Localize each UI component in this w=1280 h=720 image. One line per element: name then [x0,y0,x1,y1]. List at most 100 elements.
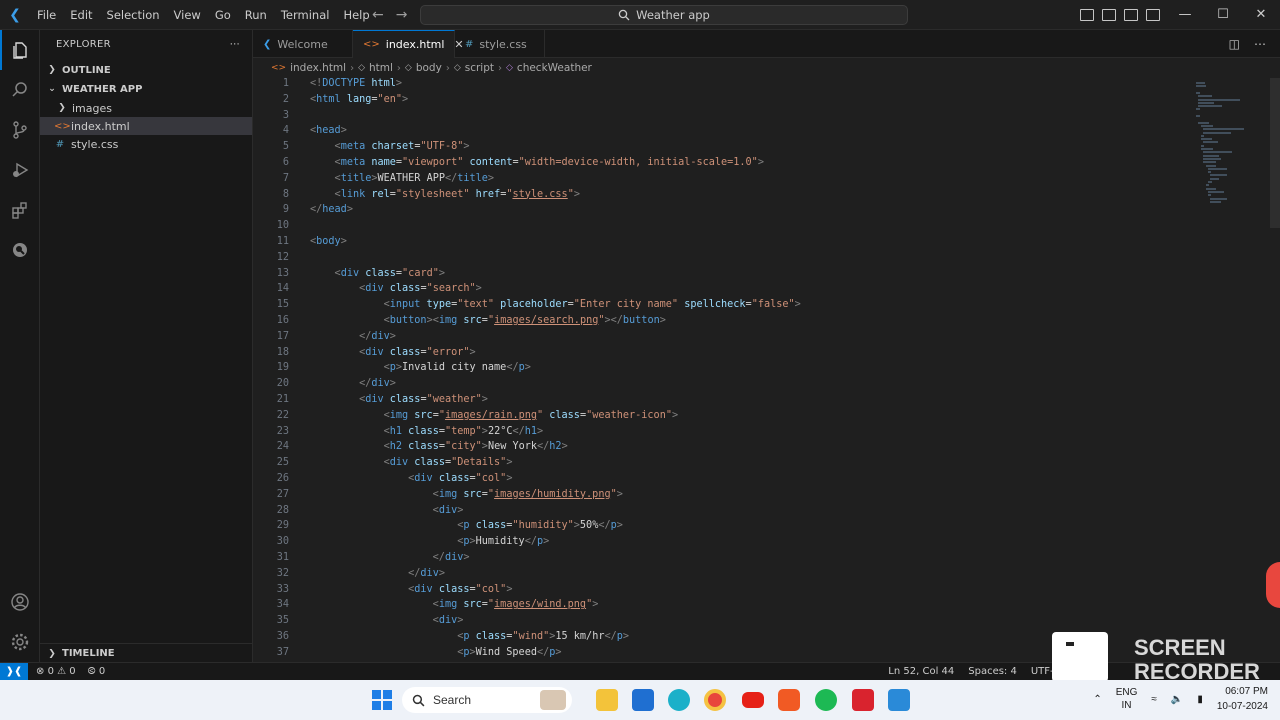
code-line[interactable]: 33 <div class="col"> [253,584,513,600]
problems-indicator[interactable]: ⊗ 0 ⚠ 0 [36,666,76,677]
code-line[interactable]: 17 </div> [253,331,396,347]
accounts-icon[interactable] [0,582,40,622]
code-line[interactable]: 34 <img src="images/wind.png"> [253,599,599,615]
more-actions-icon[interactable]: ⋯ [230,39,240,50]
code-line[interactable]: 19 <p>Invalid city name</p> [253,362,531,378]
wifi-icon[interactable]: ≈ [1151,694,1157,705]
source-control-icon[interactable] [0,110,40,150]
code-line[interactable]: 3 [253,110,289,126]
tray-chevron-up-icon[interactable]: ⌃ [1093,694,1101,705]
breadcrumb-item[interactable]: html [369,62,393,74]
brave-browser-icon[interactable] [778,689,800,711]
menu-edit[interactable]: Edit [63,0,99,30]
code-line[interactable]: 23 <h1 class="temp">22°C</h1> [253,426,543,442]
store-icon[interactable] [632,689,654,711]
chrome-browser-icon[interactable] [704,689,726,711]
code-line[interactable]: 16 <button><img src="images/search.png">… [253,315,666,331]
code-line[interactable]: 6 <meta name="viewport" content="width=d… [253,157,764,173]
code-line[interactable]: 9 </head> [253,204,353,220]
code-line[interactable]: 1 <!DOCTYPE html> [253,78,402,94]
taskbar-search[interactable]: Search [402,687,572,713]
forward-arrow-icon[interactable]: → [396,7,408,23]
battery-icon[interactable]: ▮ [1197,694,1203,705]
code-line[interactable]: 4 <head> [253,125,347,141]
tab-welcome[interactable]: ❮ Welcome [253,30,353,58]
code-line[interactable]: 10 [253,220,289,236]
code-editor[interactable]: 1 <!DOCTYPE html> 2 <html lang="en"> 3 4 <head… [253,78,1270,662]
menu-selection[interactable]: Selection [100,0,167,30]
code-line[interactable]: 12 [253,252,289,268]
code-line[interactable]: 14 <div class="search"> [253,283,482,299]
code-line[interactable]: 37 <p>Wind Speed</p> [253,647,562,662]
tab-style-css[interactable]: # style.css [455,30,545,58]
maximize-icon[interactable]: ☐ [1204,0,1242,30]
outline-section[interactable]: ❯ OUTLINE [40,60,252,80]
code-line[interactable]: 29 <p class="humidity">50%</p> [253,520,623,536]
code-line[interactable]: 28 <div> [253,505,464,521]
code-line[interactable]: 8 <link rel="stylesheet" href="style.css… [253,189,580,205]
more-actions-icon[interactable]: ⋯ [1254,37,1266,51]
menu-file[interactable]: File [30,0,63,30]
tree-item-images[interactable]: ❯ images [40,99,252,117]
code-line[interactable]: 32 </div> [253,568,445,584]
menu-run[interactable]: Run [238,0,274,30]
code-line[interactable]: 24 <h2 class="city">New York</h2> [253,441,568,457]
customize-layout-icon[interactable] [1146,9,1160,21]
project-section[interactable]: ⌄ WEATHER APP [40,79,252,99]
code-line[interactable]: 11 <body> [253,236,347,252]
code-line[interactable]: 21 <div class="weather"> [253,394,488,410]
extensions-icon[interactable] [0,190,40,230]
code-line[interactable]: 20 </div> [253,378,396,394]
search-panel-icon[interactable] [0,70,40,110]
code-line[interactable]: 15 <input type="text" placeholder="Enter… [253,299,801,315]
close-window-icon[interactable]: ✕ [1242,0,1280,30]
menu-go[interactable]: Go [208,0,238,30]
remote-indicator-icon[interactable]: ❱❰ [0,662,28,681]
code-line[interactable]: 5 <meta charset="UTF-8"> [253,141,470,157]
settings-gear-icon[interactable] [0,622,40,662]
code-line[interactable]: 7 <title>WEATHER APP</title> [253,173,494,189]
language-indicator[interactable]: ENG IN [1116,686,1138,712]
code-line[interactable]: 25 <div class="Details"> [253,457,513,473]
breadcrumb-item[interactable]: index.html [290,62,346,74]
tree-item-index-html[interactable]: <> index.html [40,117,252,135]
volume-icon[interactable]: 🔈 [1171,694,1183,705]
breadcrumb-item[interactable]: checkWeather [517,62,592,74]
run-debug-icon[interactable] [0,150,40,190]
clock[interactable]: 06:07 PM 10-07-2024 [1217,684,1268,714]
vscode-taskbar-icon[interactable] [888,689,910,711]
menu-view[interactable]: View [167,0,208,30]
search-extension-icon[interactable] [0,230,40,270]
code-line[interactable]: 31 </div> [253,552,470,568]
toggle-secondary-sidebar-icon[interactable] [1124,9,1138,21]
file-explorer-icon[interactable] [596,689,618,711]
code-line[interactable]: 30 <p>Humidity</p> [253,536,550,552]
minimap[interactable] [1196,78,1268,218]
code-line[interactable]: 2 <html lang="en"> [253,94,408,110]
tab-index-html[interactable]: <> index.html ✕ [353,30,464,58]
toggle-sidebar-icon[interactable] [1080,9,1094,21]
menu-help[interactable]: Help [336,0,376,30]
cursor-position[interactable]: Ln 52, Col 44 [888,666,954,677]
split-editor-icon[interactable]: ◫ [1229,37,1240,51]
toggle-panel-icon[interactable] [1102,9,1116,21]
code-line[interactable]: 35 <div> [253,615,464,631]
edge-browser-icon[interactable] [668,689,690,711]
tree-item-style-css[interactable]: # style.css [40,135,252,153]
code-line[interactable]: 18 <div class="error"> [253,347,476,363]
breadcrumb-item[interactable]: body [416,62,442,74]
code-line[interactable]: 27 <img src="images/humidity.png"> [253,489,623,505]
back-arrow-icon[interactable]: ← [372,7,384,23]
ports-indicator[interactable]: ⧀ 0 [88,666,106,677]
command-center-search[interactable]: Weather app [420,5,908,25]
pdf-app-icon[interactable] [852,689,874,711]
timeline-section[interactable]: ❯ TIMELINE [40,643,253,663]
windows-start-icon[interactable] [372,690,392,710]
minimize-icon[interactable]: — [1166,0,1204,30]
code-line[interactable]: 36 <p class="wind">15 km/hr</p> [253,631,629,647]
indentation[interactable]: Spaces: 4 [968,666,1017,677]
code-line[interactable]: 22 <img src="images/rain.png" class="wea… [253,410,678,426]
code-line[interactable]: 26 <div class="col"> [253,473,513,489]
editor-scrollbar[interactable] [1270,78,1280,228]
code-line[interactable]: 13 <div class="card"> [253,268,445,284]
